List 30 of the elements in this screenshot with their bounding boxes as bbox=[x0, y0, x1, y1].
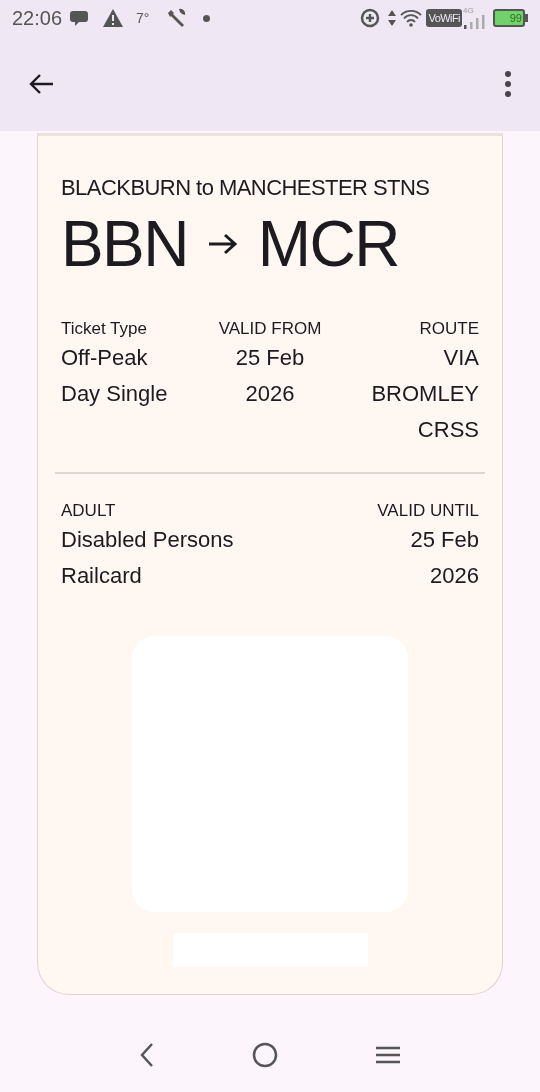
field-value: 25 Feb 2026 bbox=[409, 526, 479, 590]
origin-code: BBN bbox=[61, 212, 188, 276]
temperature: 7° bbox=[136, 8, 150, 28]
back-arrow-icon[interactable] bbox=[28, 72, 54, 95]
field-value: VIA BROMLEY CRSS bbox=[370, 344, 479, 444]
field-label: ROUTE bbox=[418, 318, 479, 340]
home-nav-icon[interactable] bbox=[252, 1041, 278, 1068]
vowifi-badge: VoWiFi bbox=[426, 9, 462, 27]
warning-icon bbox=[102, 8, 125, 28]
journey-title: BLACKBURN to MANCHESTER STNS bbox=[61, 174, 431, 202]
field-label: ADULT bbox=[61, 500, 117, 522]
chat-icon bbox=[70, 9, 91, 27]
data-saver-icon bbox=[360, 8, 381, 28]
field-value: Disabled Persons Railcard bbox=[61, 526, 235, 590]
data-arrows-icon bbox=[388, 9, 397, 27]
wifi-icon bbox=[400, 9, 423, 27]
more-options-icon[interactable] bbox=[504, 70, 512, 97]
arrow-icon bbox=[207, 232, 238, 256]
network-type: 4G bbox=[463, 5, 474, 17]
field-value: Off-Peak Day Single bbox=[61, 344, 169, 408]
field-label: Ticket Type bbox=[61, 318, 148, 340]
field-label: VALID UNTIL bbox=[377, 500, 479, 522]
field-label: VALID FROM bbox=[217, 318, 323, 340]
battery-level: 99 bbox=[509, 12, 522, 24]
back-nav-icon[interactable] bbox=[138, 1041, 155, 1068]
menu-nav-icon[interactable] bbox=[375, 1044, 402, 1065]
clock: 22:06 bbox=[12, 6, 63, 31]
signal-icon bbox=[463, 15, 485, 29]
destination-code: MCR bbox=[257, 212, 399, 276]
field-value: 25 Feb 2026 bbox=[234, 344, 306, 408]
